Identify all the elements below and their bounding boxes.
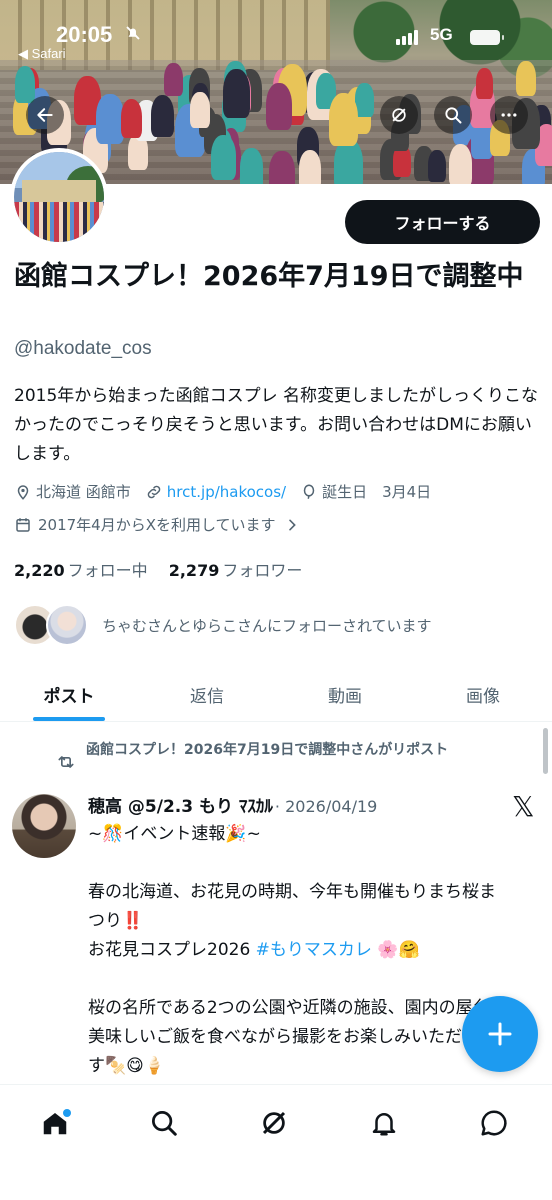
post-header: 穂高 @5/2.3 もり ﾏｽｶﾙ · 2026/04/19	[88, 792, 377, 817]
network-type: 5G	[430, 25, 453, 44]
status-time: 20:05	[56, 22, 113, 47]
joined-text: 2017年4月からXを利用しています	[38, 516, 276, 534]
banner-cosplayer	[190, 92, 211, 128]
banner-cosplayer	[222, 68, 250, 118]
banner-cosplayer	[428, 149, 447, 182]
followed-by-row[interactable]: ちゃむさんとゆらこさんにフォローされています	[14, 604, 432, 646]
message-icon	[481, 1110, 507, 1136]
search-button[interactable]	[434, 96, 472, 134]
profile-tabs: ポスト 返信 動画 画像	[0, 668, 552, 722]
bell-off-icon	[124, 24, 142, 47]
banner-cosplayer	[265, 82, 292, 131]
repost-indicator[interactable]: 函館コスプレ！2026年7月19日で調整中さんがリポスト	[56, 740, 526, 772]
following-count[interactable]: 2,220	[14, 561, 65, 580]
banner-cosplayer	[355, 83, 374, 117]
plus-icon	[488, 1022, 512, 1046]
scrollbar[interactable]	[543, 728, 548, 774]
battery-icon	[470, 30, 504, 45]
nav-notifications[interactable]	[364, 1103, 404, 1143]
more-button[interactable]	[490, 96, 528, 134]
post-line: 桜の名所である2つの公園や近隣の施設、園内の屋台で美味しいご飯を食べながら撮影を…	[88, 998, 507, 1076]
follow-button[interactable]: フォローする	[345, 200, 540, 244]
birthday-item: 誕生日 3月4日	[300, 481, 431, 502]
banner-cosplayer	[150, 94, 175, 137]
repost-icon	[58, 756, 74, 768]
post-date[interactable]: · 2026/04/19	[275, 797, 377, 816]
joined-item[interactable]: 2017年4月からXを利用しています	[14, 514, 306, 535]
grok-icon	[262, 1111, 286, 1135]
profile-name: 函館コスプレ！2026年7月19日で調整中	[14, 261, 524, 292]
banner-cosplayer	[448, 144, 473, 184]
bell-icon	[372, 1113, 396, 1136]
nav-messages[interactable]	[474, 1103, 514, 1143]
nav-search[interactable]	[144, 1103, 184, 1143]
banner-cosplayer	[475, 68, 493, 100]
followers-count[interactable]: 2,279	[169, 561, 220, 580]
banner-cosplayer	[239, 148, 263, 184]
nav-grok[interactable]	[254, 1103, 294, 1143]
compose-button[interactable]	[462, 996, 538, 1072]
tab-videos[interactable]: 動画	[276, 668, 414, 721]
repost-text: 函館コスプレ！2026年7月19日で調整中さんがリポスト	[86, 742, 449, 758]
double-exclamation: ‼️	[122, 911, 144, 931]
profile-avatar[interactable]	[10, 148, 108, 246]
bottom-nav	[0, 1084, 552, 1200]
x-logo-icon: 𝕏	[512, 790, 535, 823]
grok-icon	[392, 108, 406, 122]
tab-images[interactable]: 画像	[414, 668, 552, 721]
post-line: 春の北海道、お花見の時期、今年も開催もりまち桜まつり	[88, 882, 496, 931]
post-hashtag[interactable]: #もりマスカレ	[256, 940, 372, 960]
profile-meta: 北海道 函館市 hrct.jp/hakocos/ 誕生日 3月4日	[14, 481, 544, 502]
banner-cosplayer	[96, 94, 124, 145]
post-author-avatar[interactable]	[12, 794, 76, 858]
grok-button[interactable]	[380, 96, 418, 134]
banner-cosplayer	[120, 99, 143, 138]
location-pin-icon	[17, 484, 29, 500]
profile-link[interactable]: hrct.jp/hakocos/	[167, 483, 286, 501]
notification-dot	[63, 1109, 71, 1117]
following-label[interactable]: フォロー中	[68, 561, 148, 580]
balloon-icon	[303, 484, 315, 499]
nav-home[interactable]	[35, 1103, 75, 1143]
post-emoji: 🌸🤗	[371, 940, 420, 960]
link-icon	[147, 485, 161, 498]
banner-cosplayer	[164, 62, 183, 97]
post-line: ~🎊イベント速報🎉~	[88, 824, 261, 844]
follower-avatar	[46, 604, 88, 646]
back-button[interactable]	[26, 96, 64, 134]
location-text: 北海道 函館市	[36, 483, 131, 501]
banner-cosplayer	[298, 150, 322, 184]
birthday-text: 誕生日 3月4日	[322, 483, 432, 501]
banner-cosplayer	[211, 135, 237, 181]
profile-bio: 2015年から始まった函館コスプレ 名称変更しましたがしっくりこなかったのでこっ…	[14, 386, 538, 464]
calendar-icon	[16, 517, 30, 532]
post-author-name[interactable]: 穂高 @5/2.3 もり ﾏｽｶﾙ	[88, 792, 273, 817]
signal-icon	[396, 30, 418, 45]
status-bar: 20:05 ◀ Safari 5G	[0, 0, 552, 62]
post-line: お花見コスプレ2026	[88, 940, 256, 960]
more-icon	[501, 113, 517, 117]
profile-handle: @hakodate_cos	[14, 338, 152, 359]
search-icon	[445, 107, 462, 124]
post-body[interactable]: ~🎊イベント速報🎉~ 春の北海道、お花見の時期、今年も開催もりまち桜まつり‼️ …	[88, 820, 508, 1081]
link-item[interactable]: hrct.jp/hakocos/	[145, 483, 286, 501]
location-item: 北海道 函館市	[14, 481, 131, 502]
chevron-right-icon	[288, 519, 296, 530]
followed-by-text: ちゃむさんとゆらこさんにフォローされています	[102, 616, 432, 635]
followers-label[interactable]: フォロワー	[222, 561, 302, 580]
follow-counts: 2,220 フォロー中 2,279 フォロワー	[14, 557, 318, 581]
back-to-safari[interactable]: ◀ Safari	[18, 46, 66, 62]
banner-cosplayer	[14, 66, 36, 104]
tab-replies[interactable]: 返信	[138, 668, 276, 721]
banner-cosplayer	[516, 60, 537, 97]
search-icon	[152, 1111, 177, 1136]
tab-posts[interactable]: ポスト	[0, 668, 138, 721]
banner-cosplayer	[269, 150, 295, 184]
arrow-left-icon	[37, 108, 53, 122]
banner-cosplayer	[328, 93, 359, 147]
